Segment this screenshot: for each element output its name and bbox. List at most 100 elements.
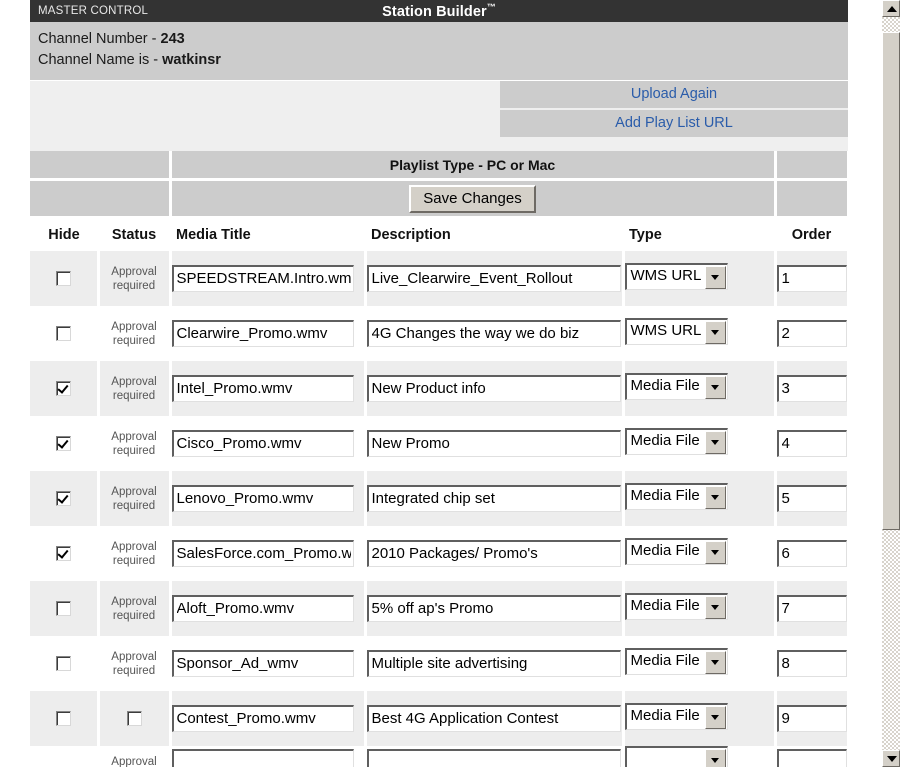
table-row: Media File (30, 691, 850, 746)
cell-status: Approval required (98, 361, 172, 416)
cell-type: Media File (623, 636, 777, 691)
cell-order (775, 581, 850, 636)
chevron-down-icon[interactable] (704, 265, 726, 289)
description-input[interactable] (366, 485, 621, 512)
order-input[interactable] (776, 705, 847, 732)
description-input[interactable] (366, 595, 621, 622)
scrollbar-track[interactable] (882, 17, 900, 750)
chevron-down-icon[interactable] (704, 430, 726, 454)
cell-order (775, 636, 850, 691)
type-select[interactable]: WMS URL (624, 317, 728, 345)
type-select[interactable]: WMS URL (624, 262, 728, 290)
media-title-input[interactable] (171, 485, 354, 512)
status-line-2: required (112, 334, 156, 347)
order-input[interactable] (776, 595, 847, 622)
hide-checkbox[interactable] (55, 600, 71, 616)
hide-checkbox[interactable] (55, 325, 71, 341)
chevron-down-icon[interactable] (704, 375, 726, 399)
hide-checkbox[interactable] (55, 270, 71, 286)
playlist-rows: ApprovalrequiredWMS URLApprovalrequiredW… (30, 251, 850, 767)
media-title-input[interactable] (171, 375, 354, 402)
chevron-down-icon[interactable] (704, 705, 726, 729)
description-input[interactable] (366, 375, 621, 402)
type-select[interactable] (624, 746, 728, 767)
media-title-input[interactable] (171, 748, 354, 767)
hide-checkbox[interactable] (55, 655, 71, 671)
cell-media-title (170, 581, 367, 636)
cell-description (365, 636, 625, 691)
order-input[interactable] (776, 650, 847, 677)
media-title-input[interactable] (171, 320, 354, 347)
cell-hide (30, 471, 100, 526)
save-right-filler (775, 179, 850, 219)
type-select-value: Media File (630, 651, 700, 669)
save-button[interactable]: Save Changes (409, 184, 536, 213)
status-line-1: Approval (111, 265, 157, 278)
order-input[interactable] (776, 265, 847, 292)
description-input[interactable] (366, 430, 621, 457)
type-select[interactable]: Media File (624, 647, 728, 675)
chevron-down-icon[interactable] (704, 749, 726, 767)
scroll-down-arrow-icon[interactable] (882, 750, 900, 767)
type-select[interactable]: Media File (624, 592, 728, 620)
upload-again-button[interactable]: Upload Again (500, 81, 848, 110)
add-playlist-url-button[interactable]: Add Play List URL (500, 110, 848, 139)
description-input[interactable] (366, 265, 621, 292)
chevron-down-icon[interactable] (704, 650, 726, 674)
cell-order (775, 746, 850, 767)
order-input[interactable] (776, 430, 847, 457)
cell-type: Media File (623, 471, 777, 526)
type-select[interactable]: Media File (624, 427, 728, 455)
cell-status: Approval required (98, 581, 172, 636)
save-row: Save Changes (30, 179, 850, 219)
chevron-down-icon[interactable] (704, 485, 726, 509)
order-input[interactable] (776, 540, 847, 567)
status-approval-text: Approval required (100, 650, 169, 678)
hide-checkbox[interactable] (55, 490, 71, 506)
hide-checkbox[interactable] (55, 710, 71, 726)
hide-checkbox[interactable] (55, 380, 71, 396)
cell-hide (30, 306, 100, 361)
cell-hide (30, 746, 100, 767)
description-input[interactable] (366, 540, 621, 567)
cell-order (775, 251, 850, 306)
column-header-status: Status (98, 217, 170, 251)
media-title-input[interactable] (171, 265, 354, 292)
chevron-down-icon[interactable] (704, 595, 726, 619)
type-select[interactable]: Media File (624, 537, 728, 565)
order-input[interactable] (776, 375, 847, 402)
scroll-up-arrow-icon[interactable] (882, 0, 900, 17)
description-input[interactable] (366, 748, 621, 767)
scrollbar-thumb[interactable] (882, 31, 900, 531)
description-input[interactable] (366, 705, 621, 732)
description-input[interactable] (366, 320, 621, 347)
status-checkbox[interactable] (126, 710, 142, 726)
media-title-input[interactable] (171, 430, 354, 457)
table-row: Approvalrequired WMS URL (30, 251, 850, 306)
media-title-input[interactable] (171, 705, 354, 732)
type-select-value: Media File (630, 431, 700, 449)
description-input[interactable] (366, 650, 621, 677)
media-title-input[interactable] (171, 650, 354, 677)
chevron-down-icon[interactable] (704, 320, 726, 344)
chevron-down-icon[interactable] (704, 540, 726, 564)
cell-description (365, 251, 625, 306)
cell-type: WMS URL (623, 251, 777, 306)
order-input[interactable] (776, 320, 847, 347)
table-row: Approvalrequired WMS URL (30, 306, 850, 361)
type-select[interactable]: Media File (624, 372, 728, 400)
hide-checkbox[interactable] (55, 435, 71, 451)
vertical-scrollbar[interactable] (882, 0, 900, 767)
cell-type (623, 746, 777, 767)
order-input[interactable] (776, 748, 847, 767)
order-input[interactable] (776, 485, 847, 512)
cell-description (365, 361, 625, 416)
trademark-symbol: ™ (486, 2, 496, 13)
cell-status: Approval required (98, 526, 172, 581)
type-select[interactable]: Media File (624, 482, 728, 510)
media-title-input[interactable] (171, 595, 354, 622)
hide-checkbox[interactable] (55, 545, 71, 561)
page-content: MASTER CONTROL Station Builder™ Channel … (30, 0, 850, 767)
type-select[interactable]: Media File (624, 702, 728, 730)
media-title-input[interactable] (171, 540, 354, 567)
